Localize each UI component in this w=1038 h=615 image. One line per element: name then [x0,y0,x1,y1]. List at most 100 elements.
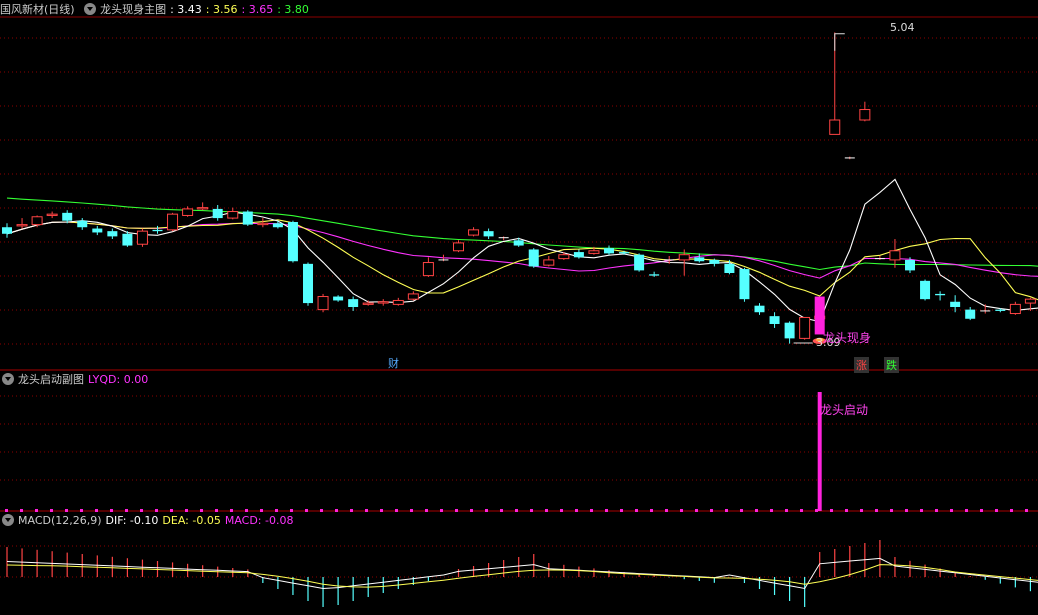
candle-up-30 [453,242,464,252]
candle-up-59 [889,250,901,261]
lyqd-dot-68 [1025,509,1028,512]
sub1-panel-header: 龙头启动副图 LYQD: 0.00 [0,372,152,388]
candle-down-32 [483,231,494,237]
sub1-value: LYQD: 0.00 [88,373,149,386]
lyqd-dot-29 [440,509,443,512]
lyqd-dot-50 [755,509,758,512]
candle-down-0 [2,227,12,234]
lyqd-dot-39 [590,509,593,512]
dragon-start-label: 龙头启动 [820,401,868,418]
candle-down-66 [995,309,1006,311]
candle-down-6 [92,228,103,233]
ma2-line [6,219,1038,301]
macd-panel-header: MACD(12,26,9) DIF: -0.10 DEA: -0.05 MACD: -… [0,513,297,529]
candle-up-13 [197,207,209,210]
lyqd-dot-0 [5,509,8,512]
lyqd-dot-31 [470,509,473,512]
lyqd-dot-38 [575,509,578,512]
candle-up-15 [227,211,239,219]
lyqd-dot-57 [860,509,863,512]
lyqd-dot-60 [905,509,908,512]
candle-down-14 [212,208,223,219]
lyqd-dot-18 [275,509,278,512]
lyqd-dot-35 [530,509,533,512]
lyqd-dot-19 [290,509,293,512]
lyqd-dot-2 [35,509,38,512]
candle-down-10 [152,229,163,232]
lyqd-dot-56 [845,509,848,512]
indicator-name[interactable]: 龙头现身主图 [100,3,166,16]
candle-down-19 [287,222,298,262]
candle-down-42 [634,254,645,271]
lyqd-dot-15 [230,509,233,512]
lyqd-dot-3 [50,509,53,512]
marker-cai[interactable]: 财 [388,355,399,371]
marker-die[interactable]: 跌 [884,357,899,373]
lyqd-dot-49 [740,509,743,512]
lyqd-dot-22 [335,509,338,512]
candle-down-7 [107,231,118,237]
marker-zhang-text: 涨 [856,359,867,372]
lyqd-dot-45 [680,509,683,512]
marker-zhang[interactable]: 涨 [854,357,869,373]
lyqd-dot-6 [95,509,98,512]
candle-up-9 [136,230,148,245]
lyqd-dot-14 [215,509,218,512]
high-price-value: 5.04 [890,21,915,34]
lyqd-dot-4 [65,509,68,512]
candle-up-57 [859,109,871,121]
lyqd-dot-25 [380,509,383,512]
macd-dropdown-icon[interactable] [2,514,14,526]
lyqd-dot-47 [710,509,713,512]
sub1-name[interactable]: 龙头启动副图 [18,373,84,386]
macd-dif: DIF: -0.10 [105,514,159,527]
candle-down-8 [122,233,133,246]
macd-value: MACD: -0.08 [224,514,294,527]
lyqd-dot-11 [170,509,173,512]
candle-up-2 [31,216,43,226]
lyqd-dot-51 [770,509,773,512]
lyqd-dot-20 [305,509,308,512]
lyqd-dot-43 [650,509,653,512]
candle-down-63 [950,301,961,307]
candle-up-39 [588,250,600,254]
candle-up-21 [317,296,329,311]
lyqd-dot-1 [20,509,23,512]
candle-down-51 [769,316,780,324]
lyqd-dot-67 [1010,509,1013,512]
candle-down-5 [77,220,88,228]
lyqd-dot-63 [950,509,953,512]
candle-up-45 [678,254,690,261]
candle-up-12 [182,208,194,216]
lyqd-dot-61 [920,509,923,512]
ma4-value: : 3.80 [277,3,309,16]
candle-up-68 [1024,298,1036,304]
candle-up-27 [407,293,419,300]
lyqd-dot-55 [830,509,833,512]
lyqd-dot-23 [350,509,353,512]
sub1-dropdown-icon[interactable] [2,373,14,385]
lyqd-dot-62 [935,509,938,512]
lyqd-dot-13 [200,509,203,512]
macd-name[interactable]: MACD(12,26,9) [18,514,102,527]
candle-down-52 [784,322,795,339]
candle-up-17 [257,222,269,226]
candle-down-23 [348,299,359,307]
candle-down-47 [709,259,720,264]
marker-cai-text: 财 [388,357,399,370]
lyqd-dot-8 [125,509,128,512]
candle-up-1 [16,224,28,227]
candle-up-11 [167,213,179,231]
candle-up-31 [468,229,480,236]
indicator-dropdown-icon[interactable] [84,3,97,15]
candle-down-48 [724,263,735,273]
candle-down-20 [303,263,313,304]
candle-down-22 [333,296,344,301]
lyqd-dot-37 [560,509,563,512]
ma2-value: : 3.56 [205,3,238,16]
lyqd-dot-64 [965,509,968,512]
lyqd-dot-36 [545,509,548,512]
main-panel-header: 国风新材(日线) 龙头现身主图: 3.43: 3.56: 3.65: 3.80 [0,2,313,18]
candle-up-36 [543,259,555,266]
lyqd-dot-24 [365,509,368,512]
